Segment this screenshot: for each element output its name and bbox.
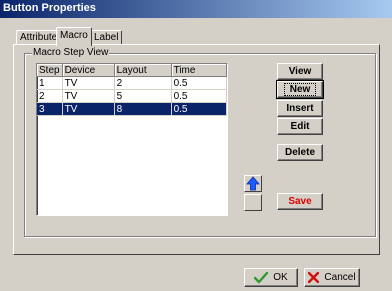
move-down-button[interactable] <box>244 194 262 211</box>
cell-device: TV <box>62 89 115 103</box>
tab-label[interactable]: Label <box>90 30 123 44</box>
table-row[interactable]: 1 TV 2 0.5 <box>37 76 227 90</box>
x-icon <box>308 272 320 283</box>
tab-macro[interactable]: Macro <box>56 27 92 46</box>
cell-step: 3 <box>37 102 63 116</box>
delete-button[interactable]: Delete <box>277 144 323 161</box>
column-header-device[interactable]: Device <box>62 64 115 77</box>
macro-tab-panel: Macro Step View Step Device Layout Time … <box>13 44 380 255</box>
cell-step: 1 <box>37 76 63 90</box>
macro-step-list[interactable]: Step Device Layout Time 1 TV 2 0.5 2 TV … <box>36 63 228 216</box>
cell-layout: 5 <box>114 89 172 103</box>
macro-step-view-group: Macro Step View Step Device Layout Time … <box>24 47 376 237</box>
move-up-button[interactable] <box>244 175 262 192</box>
cell-time: 0.5 <box>171 102 227 116</box>
insert-button[interactable]: Insert <box>277 100 323 117</box>
cancel-button[interactable]: Cancel <box>304 268 360 287</box>
tab-attribute[interactable]: Attribute <box>16 30 62 44</box>
cell-time: 0.5 <box>171 76 227 90</box>
cell-device: TV <box>62 102 115 116</box>
cell-device: TV <box>62 76 115 90</box>
up-arrow-icon <box>246 176 260 191</box>
tab-attribute-label: Attribute <box>20 32 58 43</box>
edit-button[interactable]: Edit <box>277 118 323 135</box>
title-bar[interactable]: Button Properties <box>0 0 392 18</box>
cancel-label: Cancel <box>324 272 356 283</box>
cell-step: 2 <box>37 89 63 103</box>
cell-layout: 2 <box>114 76 172 90</box>
view-button[interactable]: View <box>277 63 323 80</box>
table-row[interactable]: 2 TV 5 0.5 <box>37 89 227 103</box>
column-header-step[interactable]: Step <box>37 64 63 77</box>
table-header-row: Step Device Layout Time <box>37 64 227 77</box>
column-header-layout[interactable]: Layout <box>114 64 172 77</box>
cell-time: 0.5 <box>171 89 227 103</box>
ok-button[interactable]: OK <box>244 268 298 287</box>
group-label: Macro Step View <box>32 47 110 58</box>
tab-macro-label: Macro <box>60 30 88 41</box>
checkmark-icon <box>254 271 269 283</box>
cell-layout: 8 <box>114 102 172 116</box>
column-header-time[interactable]: Time <box>171 64 227 77</box>
save-button[interactable]: Save <box>277 193 323 210</box>
ok-label: OK <box>273 272 288 283</box>
table-row-selected[interactable]: 3 TV 8 0.5 <box>37 102 227 116</box>
new-button[interactable]: New <box>276 80 324 99</box>
window-title: Button Properties <box>3 2 96 14</box>
new-button-label: New <box>283 83 317 96</box>
tab-label-label: Label <box>94 32 119 43</box>
